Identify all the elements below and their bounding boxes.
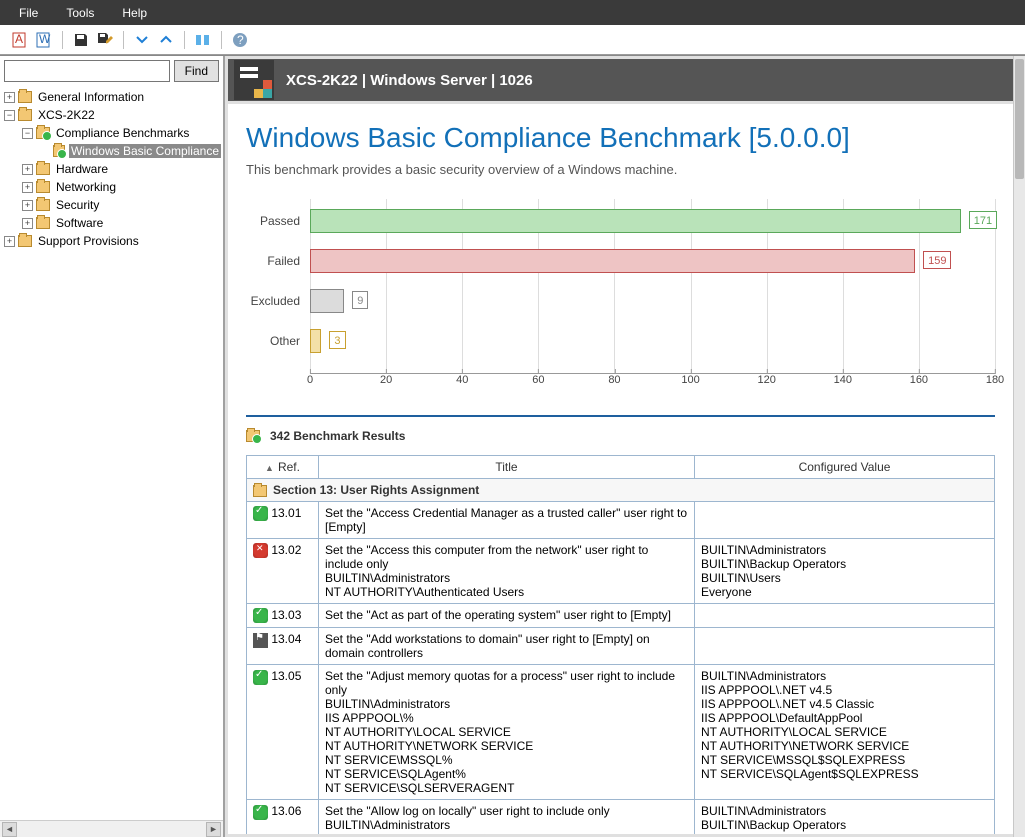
menubar: File Tools Help — [0, 0, 1025, 25]
chart-bar — [310, 289, 344, 313]
svg-text:W: W — [39, 32, 51, 46]
chevron-up-icon[interactable] — [156, 30, 176, 50]
table-row[interactable]: 13.02 Set the "Access this computer from… — [247, 539, 995, 604]
col-ref[interactable]: ▲Ref. — [247, 456, 319, 479]
menu-tools[interactable]: Tools — [52, 2, 108, 24]
status-icon — [253, 506, 268, 521]
table-row[interactable]: 13.05 Set the "Adjust memory quotas for … — [247, 665, 995, 800]
app-logo-icon — [234, 60, 274, 100]
chart-bar — [310, 329, 321, 353]
table-row[interactable]: 13.06 Set the "Allow log on locally" use… — [247, 800, 995, 834]
sidebar-hscroll[interactable]: ◄► — [0, 820, 223, 837]
status-icon — [253, 805, 268, 820]
toolbar: A W ? — [0, 25, 1025, 55]
chart-value-label: 9 — [352, 291, 368, 309]
table-row[interactable]: 13.01 Set the "Access Credential Manager… — [247, 502, 995, 539]
status-icon — [253, 670, 268, 685]
results-table: ▲Ref. Title Configured Value Section 13:… — [246, 455, 995, 834]
svg-text:?: ? — [237, 33, 244, 47]
content-pane[interactable]: Windows Basic Compliance Benchmark [5.0.… — [228, 104, 1013, 834]
tree-compliance[interactable]: Compliance Benchmarks — [54, 126, 191, 140]
tree-support[interactable]: Support Provisions — [36, 234, 141, 248]
page-desc: This benchmark provides a basic security… — [246, 162, 995, 177]
status-icon — [253, 633, 268, 648]
chart-value-label: 171 — [969, 211, 997, 229]
compare-icon[interactable] — [193, 30, 213, 50]
vertical-scrollbar[interactable] — [1013, 56, 1025, 837]
tree-security[interactable]: Security — [54, 198, 101, 212]
results-header: 342 Benchmark Results — [246, 429, 995, 443]
chart-category-label: Passed — [246, 214, 310, 228]
tree-host[interactable]: XCS-2K22 — [36, 108, 97, 122]
chart-category-label: Excluded — [246, 294, 310, 308]
status-icon — [253, 608, 268, 623]
table-row[interactable]: 13.03 Set the "Act as part of the operat… — [247, 604, 995, 628]
chart-bar — [310, 209, 961, 233]
chevron-down-icon[interactable] — [132, 30, 152, 50]
banner-title: XCS-2K22 | Windows Server | 1026 — [286, 72, 533, 89]
chart-category-label: Failed — [246, 254, 310, 268]
summary-chart: Passed 171 Failed 159 Excluded 9 Other 3… — [246, 199, 995, 395]
menu-help[interactable]: Help — [108, 2, 161, 24]
tree-hardware[interactable]: Hardware — [54, 162, 110, 176]
tree-general[interactable]: General Information — [36, 90, 146, 104]
search-input[interactable] — [4, 60, 170, 82]
word-export-icon[interactable]: W — [34, 30, 54, 50]
chart-value-label: 3 — [329, 331, 345, 349]
banner: XCS-2K22 | Windows Server | 1026 — [228, 59, 1013, 101]
tree-wbc[interactable]: Windows Basic Compliance — [69, 144, 221, 158]
sidebar: Find +General Information −XCS-2K22 −Com… — [0, 56, 225, 837]
tree-software[interactable]: Software — [54, 216, 105, 230]
chart-category-label: Other — [246, 334, 310, 348]
page-title: Windows Basic Compliance Benchmark [5.0.… — [246, 122, 995, 154]
table-row[interactable]: 13.04 Set the "Add workstations to domai… — [247, 628, 995, 665]
menu-file[interactable]: File — [5, 2, 52, 24]
svg-text:A: A — [15, 32, 23, 46]
save-icon[interactable] — [71, 30, 91, 50]
save-edit-icon[interactable] — [95, 30, 115, 50]
chart-bar — [310, 249, 915, 273]
tree[interactable]: +General Information −XCS-2K22 −Complian… — [0, 86, 223, 820]
chart-value-label: 159 — [923, 251, 951, 269]
section-header: Section 13: User Rights Assignment — [247, 479, 995, 502]
tree-networking[interactable]: Networking — [54, 180, 118, 194]
pdf-export-icon[interactable]: A — [10, 30, 30, 50]
help-icon[interactable]: ? — [230, 30, 250, 50]
col-value[interactable]: Configured Value — [695, 456, 995, 479]
find-button[interactable]: Find — [174, 60, 219, 82]
col-title[interactable]: Title — [319, 456, 695, 479]
status-icon — [253, 543, 268, 558]
